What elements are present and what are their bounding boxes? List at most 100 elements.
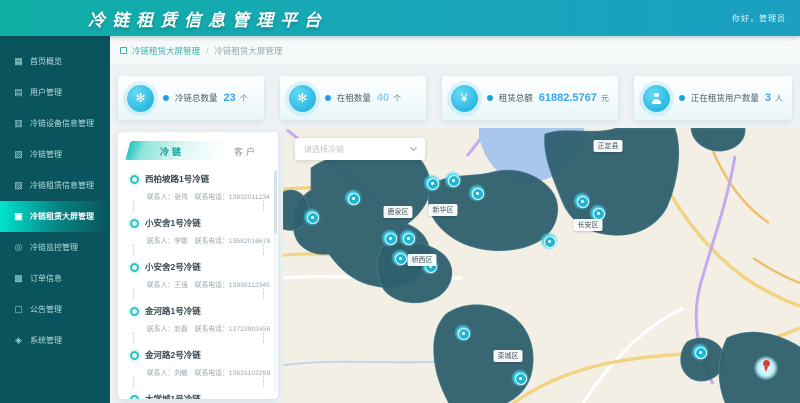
sidebar-item-label: 冷链管理 [30, 149, 62, 160]
item-title: 金河路1号冷链 [145, 305, 201, 317]
stat-unit: 个 [240, 93, 248, 104]
stat-value: 40 [377, 92, 389, 104]
tab-customer[interactable]: 客户 [234, 145, 258, 158]
map-canvas[interactable]: 鹿泉区新华区桥西区正定县长安区栾城区 请选择冷链 [283, 128, 800, 403]
map-markers: 鹿泉区新华区桥西区正定县长安区栾城区 [283, 128, 800, 403]
cold-chain-marker-icon[interactable] [399, 229, 417, 247]
sidebar-item-label: 冷链设备信息管理 [30, 118, 94, 129]
item-meta: 联系人：赵磊联系电话：13722903456 [147, 323, 266, 333]
cold-chain-marker-icon[interactable] [511, 369, 529, 387]
breadcrumb-item-2: 冷链租赁大屏管理 [214, 45, 282, 57]
notice-icon: ▢ [12, 304, 25, 315]
item-title: 小安舍2号冷链 [145, 261, 201, 273]
sidebar-item-device-info[interactable]: ▥ 冷链设备信息管理 [0, 108, 110, 139]
item-dot-icon [130, 351, 139, 360]
cold-chain-marker-icon[interactable] [391, 249, 409, 267]
sidebar-item-users[interactable]: ▤ 用户管理 [0, 77, 110, 108]
sidebar-item-label: 首页概览 [30, 56, 62, 67]
sidebar-item-cold-chain[interactable]: ▧ 冷链管理 [0, 139, 110, 170]
sidebar-item-monitor[interactable]: ◎ 冷链监控管理 [0, 232, 110, 263]
cold-chain-marker-icon[interactable] [303, 208, 321, 226]
rental-icon: ▨ [12, 180, 25, 191]
sidebar-item-rental-info[interactable]: ▨ 冷链租赁信息管理 [0, 170, 110, 201]
sidebar-item-label: 冷链租赁大屏管理 [30, 211, 94, 222]
cold-chain-marker-icon[interactable] [691, 343, 709, 361]
item-dot-icon [130, 219, 139, 228]
item-meta: 联系人：李娜联系电话：13582016678 [147, 235, 266, 245]
breadcrumb-icon [120, 47, 127, 54]
cold-chain-marker-icon[interactable] [381, 229, 399, 247]
cold-chain-marker-icon[interactable] [573, 192, 591, 210]
breadcrumb-item-1[interactable]: 冷链租赁大屏管理 [132, 45, 200, 57]
big-screen-icon: ▣ [12, 211, 25, 222]
cold-chain-marker-icon[interactable] [444, 171, 462, 189]
cold-chain-marker-icon[interactable] [344, 189, 362, 207]
cold-chain-icon: ▧ [12, 149, 25, 160]
stat-unit: 元 [601, 93, 609, 104]
sidebar-item-label: 用户管理 [30, 87, 62, 98]
district-label: 长安区 [574, 219, 603, 231]
sidebar-item-label: 冷链租赁信息管理 [30, 180, 94, 191]
sidebar-item-notices[interactable]: ▢ 公告管理 [0, 294, 110, 325]
district-label: 鹿泉区 [384, 206, 413, 218]
chevron-down-icon [410, 144, 417, 151]
sidebar-item-label: 冷链监控管理 [30, 242, 78, 253]
sidebar-nav: ▦ 首页概览 ▤ 用户管理 ▥ 冷链设备信息管理 ▧ 冷链管理 ▨ 冷链租赁信息… [0, 36, 110, 403]
user-greeting[interactable]: 你好，管理员 [732, 0, 786, 36]
list-item[interactable]: 小安舍2号冷链 联系人：王强联系电话：13930112345 [122, 256, 272, 300]
stat-label: 正在租赁用户数量 [691, 92, 759, 104]
item-title: 金河路2号冷链 [145, 349, 201, 361]
monitor-icon: ◎ [12, 242, 25, 253]
cold-chain-marker-icon[interactable] [454, 324, 472, 342]
app-window: 冷链租赁信息管理平台 你好，管理员 ▦ 首页概览 ▤ 用户管理 ▥ 冷链设备信息… [0, 0, 800, 403]
bullet-dot-icon [163, 95, 169, 101]
breadcrumb-separator: / [206, 46, 208, 56]
item-meta: 联系人：刘敏联系电话：13633102289 [147, 367, 266, 377]
stat-card-renters: 正在租赁用户数量 3 人 [634, 76, 792, 120]
stat-value: 23 [224, 92, 236, 104]
bullet-dot-icon [679, 95, 685, 101]
sidebar-item-label: 公告管理 [30, 304, 62, 315]
cold-chain-marker-icon[interactable] [468, 184, 486, 202]
map-cold-chain-select[interactable]: 请选择冷链 [295, 138, 425, 160]
list-scrollbar[interactable] [274, 170, 277, 393]
home-icon: ▦ [12, 56, 25, 67]
district-label: 正定县 [594, 140, 623, 152]
scrollbar-thumb[interactable] [274, 170, 277, 234]
tab-cold-chain-label[interactable]: 冷链 [160, 145, 184, 158]
cold-chain-marker-icon[interactable] [423, 174, 441, 192]
stat-value: 61882.5767 [539, 92, 597, 104]
panel-tabs: 冷链 客户 [126, 140, 270, 162]
select-placeholder: 请选择冷链 [304, 144, 344, 155]
sidebar-item-home[interactable]: ▦ 首页概览 [0, 46, 110, 77]
stat-card-amount: ¥ 租赁总额 61882.5767 元 [442, 76, 618, 120]
list-item[interactable]: 西柏坡路1号冷链 联系人：张伟联系电话：13832011234 [122, 168, 272, 212]
sidebar-item-big-screen-active[interactable]: ▣ 冷链租赁大屏管理 [0, 201, 110, 232]
cold-chain-marker-icon[interactable] [540, 232, 558, 250]
top-header-bar: 冷链租赁信息管理平台 你好，管理员 [0, 0, 800, 36]
item-dot-icon [130, 395, 139, 400]
item-dot-icon [130, 263, 139, 272]
item-dot-icon [130, 175, 139, 184]
item-title: 西柏坡路1号冷链 [145, 173, 209, 185]
list-item[interactable]: 小安舍1号冷链 联系人：李娜联系电话：13582016678 [122, 212, 272, 256]
app-title: 冷链租赁信息管理平台 [88, 6, 328, 31]
item-title: 大学城1号冷链 [145, 393, 201, 399]
stat-label: 在租数量 [337, 92, 371, 104]
item-dot-icon [130, 307, 139, 316]
users-icon: ▤ [12, 87, 25, 98]
sidebar-item-settings[interactable]: ◈ 系统管理 [0, 325, 110, 356]
item-meta: 联系人：张伟联系电话：13832011234 [147, 191, 266, 201]
location-pin-icon[interactable] [754, 356, 778, 380]
sidebar-item-orders[interactable]: ▩ 订单信息 [0, 263, 110, 294]
stat-unit: 个 [393, 93, 401, 104]
stat-label: 冷链总数量 [175, 92, 218, 104]
list-item[interactable]: 金河路1号冷链 联系人：赵磊联系电话：13722903456 [122, 300, 272, 344]
list-item[interactable]: 金河路2号冷链 联系人：刘敏联系电话：13633102289 [122, 344, 272, 388]
list-item[interactable]: 大学城1号冷链 联系人：陈杰联系电话：13512340987 [122, 388, 272, 399]
money-icon: ¥ [451, 85, 478, 112]
stat-card-total: ✻ 冷链总数量 23 个 [118, 76, 264, 120]
stat-unit: 人 [775, 93, 783, 104]
bullet-dot-icon [487, 95, 493, 101]
sidebar-item-label: 系统管理 [30, 335, 62, 346]
